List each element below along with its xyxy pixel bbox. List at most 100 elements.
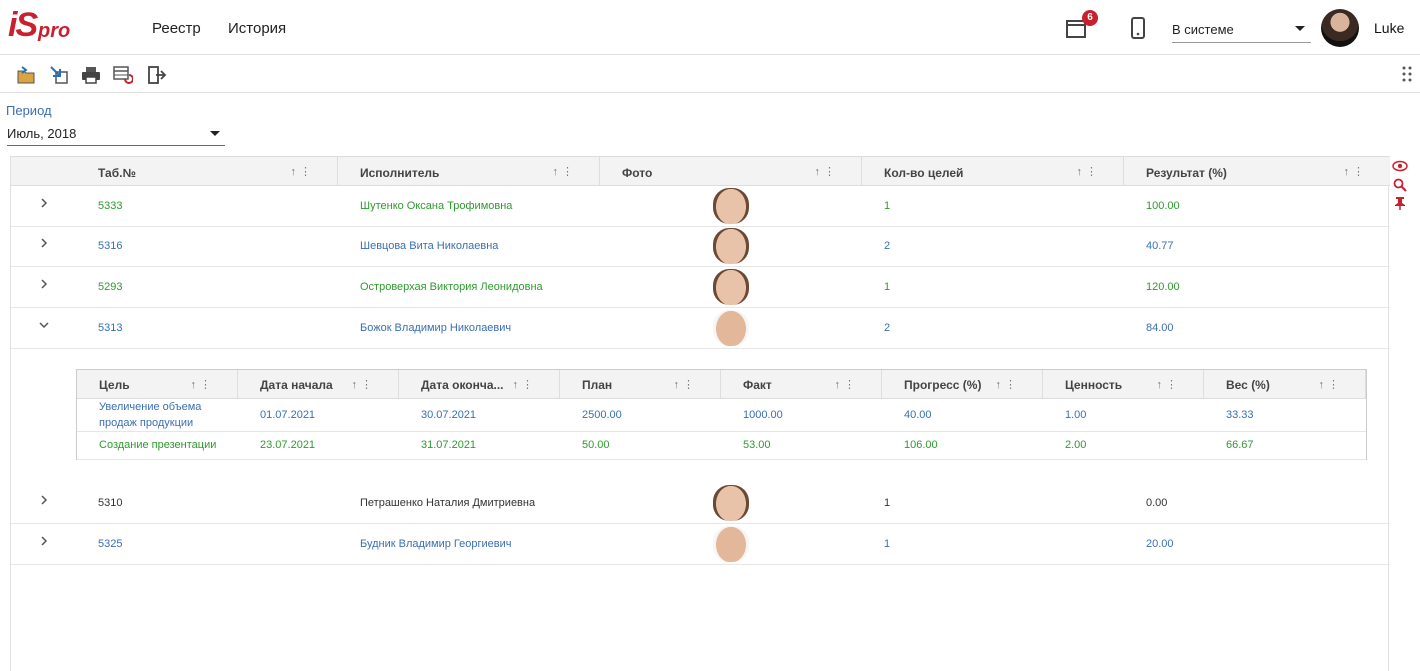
chevron-down-icon — [1295, 26, 1305, 31]
top-bar: iS pro Реестр История 6 В системе Luke — [0, 0, 1420, 55]
result-percent: 40.77 — [1146, 240, 1174, 252]
sort-menu-icon[interactable]: ↑⋮ — [291, 165, 316, 178]
col-header-executor-label: Исполнитель — [360, 166, 440, 180]
executor-name: Божок Владимир Николаевич — [360, 322, 512, 334]
detail-header: Цель ↑⋮ Дата начала ↑⋮ Дата оконча... ↑⋮ План ↑… — [77, 370, 1366, 399]
nav-history[interactable]: История — [228, 20, 286, 37]
exit-icon[interactable] — [147, 65, 167, 85]
period-select[interactable]: Июль, 2018 — [7, 123, 225, 146]
detail-col-header-label: Ценность — [1065, 378, 1123, 392]
sort-menu-icon[interactable]: ↑⋮ — [352, 378, 377, 391]
employee-photo — [713, 526, 749, 562]
col-header-photo[interactable]: Фото ↑⋮ — [600, 157, 862, 185]
detail-col-header[interactable]: Дата оконча... ↑⋮ — [399, 370, 560, 398]
table-row[interactable]: 5293 Островерхая Виктория Леонидовна 1 120.… — [11, 267, 1390, 308]
sort-menu-icon[interactable]: ↑⋮ — [553, 165, 578, 178]
chevron-right-icon[interactable] — [39, 495, 49, 505]
detail-col-header[interactable]: Дата начала ↑⋮ — [238, 370, 399, 398]
detail-row[interactable]: Создание презентации 23.07.2021 31.07.2021… — [77, 432, 1366, 460]
refresh-table-icon[interactable] — [113, 65, 133, 85]
start-date: 23.07.2021 — [260, 439, 316, 451]
employee-photo — [713, 228, 749, 264]
col-header-goals[interactable]: Кол-во целей ↑⋮ — [862, 157, 1124, 185]
chevron-right-icon[interactable] — [39, 238, 49, 248]
status-select[interactable]: В системе — [1172, 18, 1311, 43]
goal-name-cont: продаж продукции — [99, 417, 194, 429]
goal-name: Создание презентации — [99, 439, 217, 451]
tab-number: 5313 — [98, 322, 123, 334]
table-row[interactable]: 5316 Шевцова Вита Николаевна 2 40.77 — [11, 226, 1390, 267]
detail-col-header[interactable]: Вес (%) ↑⋮ — [1204, 370, 1366, 398]
col-header-executor[interactable]: Исполнитель ↑⋮ — [338, 157, 600, 185]
goals-count: 1 — [884, 497, 891, 509]
sort-menu-icon[interactable]: ↑⋮ — [513, 378, 538, 391]
mobile-icon[interactable] — [1131, 17, 1145, 39]
col-header-result[interactable]: Результат (%) ↑⋮ — [1124, 157, 1390, 185]
table-row[interactable]: 5310 Петрашенко Наталия Дмитриевна 1 0.00 — [11, 483, 1390, 524]
value-score: 2.00 — [1065, 439, 1087, 451]
detail-row[interactable]: Увеличение объема продаж продукции 01.07.2… — [77, 399, 1366, 432]
avatar[interactable] — [1321, 9, 1359, 47]
grid-menu-icon[interactable] — [1401, 66, 1413, 82]
table-row[interactable]: 5325 Будник Владимир Георгиевич 1 20.00 — [11, 524, 1390, 565]
detail-col-header[interactable]: Цель ↑⋮ — [77, 370, 238, 398]
chevron-right-icon[interactable] — [39, 279, 49, 289]
weight-percent: 33.33 — [1226, 409, 1254, 421]
goals-count: 2 — [884, 240, 891, 252]
start-date: 01.07.2021 — [260, 409, 316, 421]
detail-col-header-label: План — [582, 378, 613, 392]
detail-col-header-label: Вес (%) — [1226, 378, 1270, 392]
detail-col-header[interactable]: План ↑⋮ — [560, 370, 721, 398]
plan-value: 50.00 — [582, 439, 610, 451]
detail-col-header[interactable]: Ценность ↑⋮ — [1043, 370, 1204, 398]
col-header-goals-label: Кол-во целей — [884, 166, 964, 180]
weight-percent: 66.67 — [1226, 439, 1254, 451]
sort-menu-icon[interactable]: ↑⋮ — [674, 378, 699, 391]
goals-detail-grid: Цель ↑⋮ Дата начала ↑⋮ Дата оконча... ↑⋮ План ↑… — [76, 369, 1367, 460]
sort-menu-icon[interactable]: ↑⋮ — [191, 378, 216, 391]
result-percent: 120.00 — [1146, 281, 1180, 293]
nav-registry[interactable]: Реестр — [152, 20, 201, 37]
grid-header: Таб.№ ↑⋮ Исполнитель ↑⋮ Фото ↑⋮ Кол-во ц… — [11, 156, 1390, 186]
sort-menu-icon[interactable]: ↑⋮ — [1077, 165, 1102, 178]
chevron-down-icon[interactable] — [39, 320, 49, 330]
open-folder-icon[interactable] — [16, 65, 36, 85]
table-row[interactable]: 5333 Шутенко Оксана Трофимовна 1 100.00 — [11, 186, 1390, 227]
employee-photo — [713, 188, 749, 224]
sort-menu-icon[interactable]: ↑⋮ — [996, 378, 1021, 391]
col-header-tab[interactable]: Таб.№ ↑⋮ — [76, 157, 338, 185]
result-percent: 0.00 — [1146, 497, 1168, 509]
fact-value: 1000.00 — [743, 409, 783, 421]
goals-count: 1 — [884, 200, 891, 212]
sort-menu-icon[interactable]: ↑⋮ — [1344, 165, 1369, 178]
eye-icon[interactable] — [1392, 160, 1408, 172]
col-header-result-label: Результат (%) — [1146, 166, 1227, 180]
sort-menu-icon[interactable]: ↑⋮ — [1157, 378, 1182, 391]
executor-name: Будник Владимир Георгиевич — [360, 538, 512, 550]
period-value: Июль, 2018 — [7, 126, 77, 141]
chevron-down-icon — [210, 131, 220, 136]
detail-col-header-label: Прогресс (%) — [904, 378, 982, 392]
detail-col-header-label: Дата оконча... — [421, 378, 504, 392]
detail-col-header[interactable]: Факт ↑⋮ — [721, 370, 882, 398]
calendar-badge: 6 — [1082, 10, 1098, 26]
ispro-logo[interactable]: iS pro — [8, 6, 88, 50]
table-row[interactable]: 5313 Божок Владимир Николаевич 2 84.00 — [11, 308, 1390, 349]
status-value: В системе — [1172, 22, 1234, 37]
chevron-right-icon[interactable] — [39, 198, 49, 208]
search-icon[interactable] — [1393, 178, 1407, 192]
sort-menu-icon[interactable]: ↑⋮ — [1319, 378, 1344, 391]
tab-number: 5325 — [98, 538, 123, 550]
detail-col-header[interactable]: Прогресс (%) ↑⋮ — [882, 370, 1043, 398]
detail-col-header-label: Цель — [99, 378, 130, 392]
detail-col-header-label: Дата начала — [260, 378, 333, 392]
result-percent: 84.00 — [1146, 322, 1174, 334]
sort-menu-icon[interactable]: ↑⋮ — [835, 378, 860, 391]
pin-icon[interactable] — [1394, 196, 1406, 210]
print-icon[interactable] — [81, 65, 101, 85]
export-icon[interactable] — [49, 65, 69, 85]
sort-menu-icon[interactable]: ↑⋮ — [815, 165, 840, 178]
progress-percent: 106.00 — [904, 439, 938, 451]
chevron-right-icon[interactable] — [39, 536, 49, 546]
col-header-tab-label: Таб.№ — [98, 166, 136, 180]
